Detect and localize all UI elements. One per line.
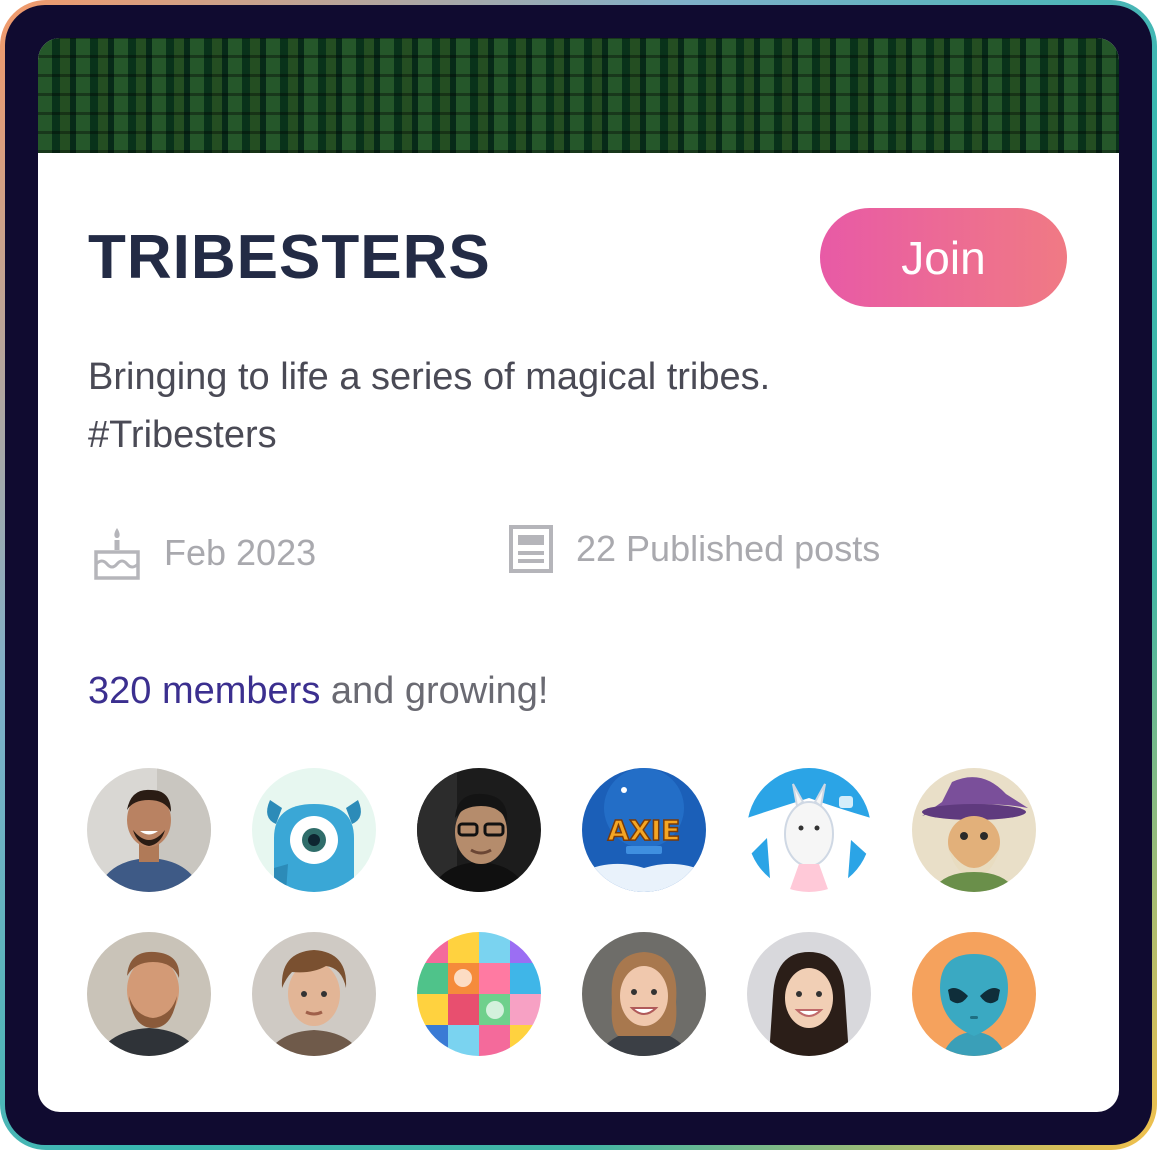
- member-avatar-6[interactable]: [912, 768, 1036, 892]
- community-description: Bringing to life a series of magical tri…: [88, 348, 988, 464]
- alien-icon: [912, 932, 1036, 1056]
- member-photo-7: [87, 932, 211, 1056]
- member-avatar-10[interactable]: [582, 932, 706, 1056]
- community-title: TRIBESTERS: [88, 223, 491, 292]
- description-text: Bringing to life a series of magical tri…: [88, 356, 771, 398]
- document-icon: [509, 525, 553, 573]
- community-banner: [38, 38, 1119, 153]
- wizard-character-icon: [912, 768, 1036, 892]
- member-avatar-1[interactable]: [87, 768, 211, 892]
- member-photo-11: [747, 932, 871, 1056]
- member-avatar-4[interactable]: AXIE: [582, 768, 706, 892]
- birthday-cake-icon: [94, 528, 140, 580]
- member-avatar-9[interactable]: [417, 932, 541, 1056]
- published-posts-text: 22 Published posts: [576, 528, 881, 569]
- member-avatar-7[interactable]: [87, 932, 211, 1056]
- members-suffix: and growing!: [320, 670, 549, 712]
- members-summary: 320 members and growing!: [88, 670, 548, 713]
- pixel-characters-grid-icon: [417, 932, 541, 1056]
- member-photo-3: [417, 768, 541, 892]
- member-avatar-8[interactable]: [252, 932, 376, 1056]
- member-photo-8: [252, 932, 376, 1056]
- community-card: TRIBESTERS Join Bringing to life a serie…: [38, 38, 1119, 1112]
- join-button[interactable]: Join: [820, 208, 1067, 307]
- published-posts: 22 Published posts: [508, 524, 880, 574]
- white-creature-icon: [747, 768, 871, 892]
- hashtag-text: #Tribesters: [88, 414, 277, 456]
- axie-logo-icon: AXIE: [582, 768, 706, 892]
- member-count[interactable]: 320 members: [88, 670, 320, 712]
- member-photo-1: [87, 768, 211, 892]
- created-date-text: Feb 2023: [164, 532, 317, 573]
- member-photo-10: [582, 932, 706, 1056]
- member-avatar-12[interactable]: [912, 932, 1036, 1056]
- member-avatar-11[interactable]: [747, 932, 871, 1056]
- created-date: Feb 2023: [92, 524, 316, 582]
- member-avatar-5[interactable]: [747, 768, 871, 892]
- member-avatar-3[interactable]: [417, 768, 541, 892]
- blue-monster-icon: [252, 768, 376, 892]
- svg-text:AXIE: AXIE: [608, 814, 681, 847]
- member-avatar-2[interactable]: [252, 768, 376, 892]
